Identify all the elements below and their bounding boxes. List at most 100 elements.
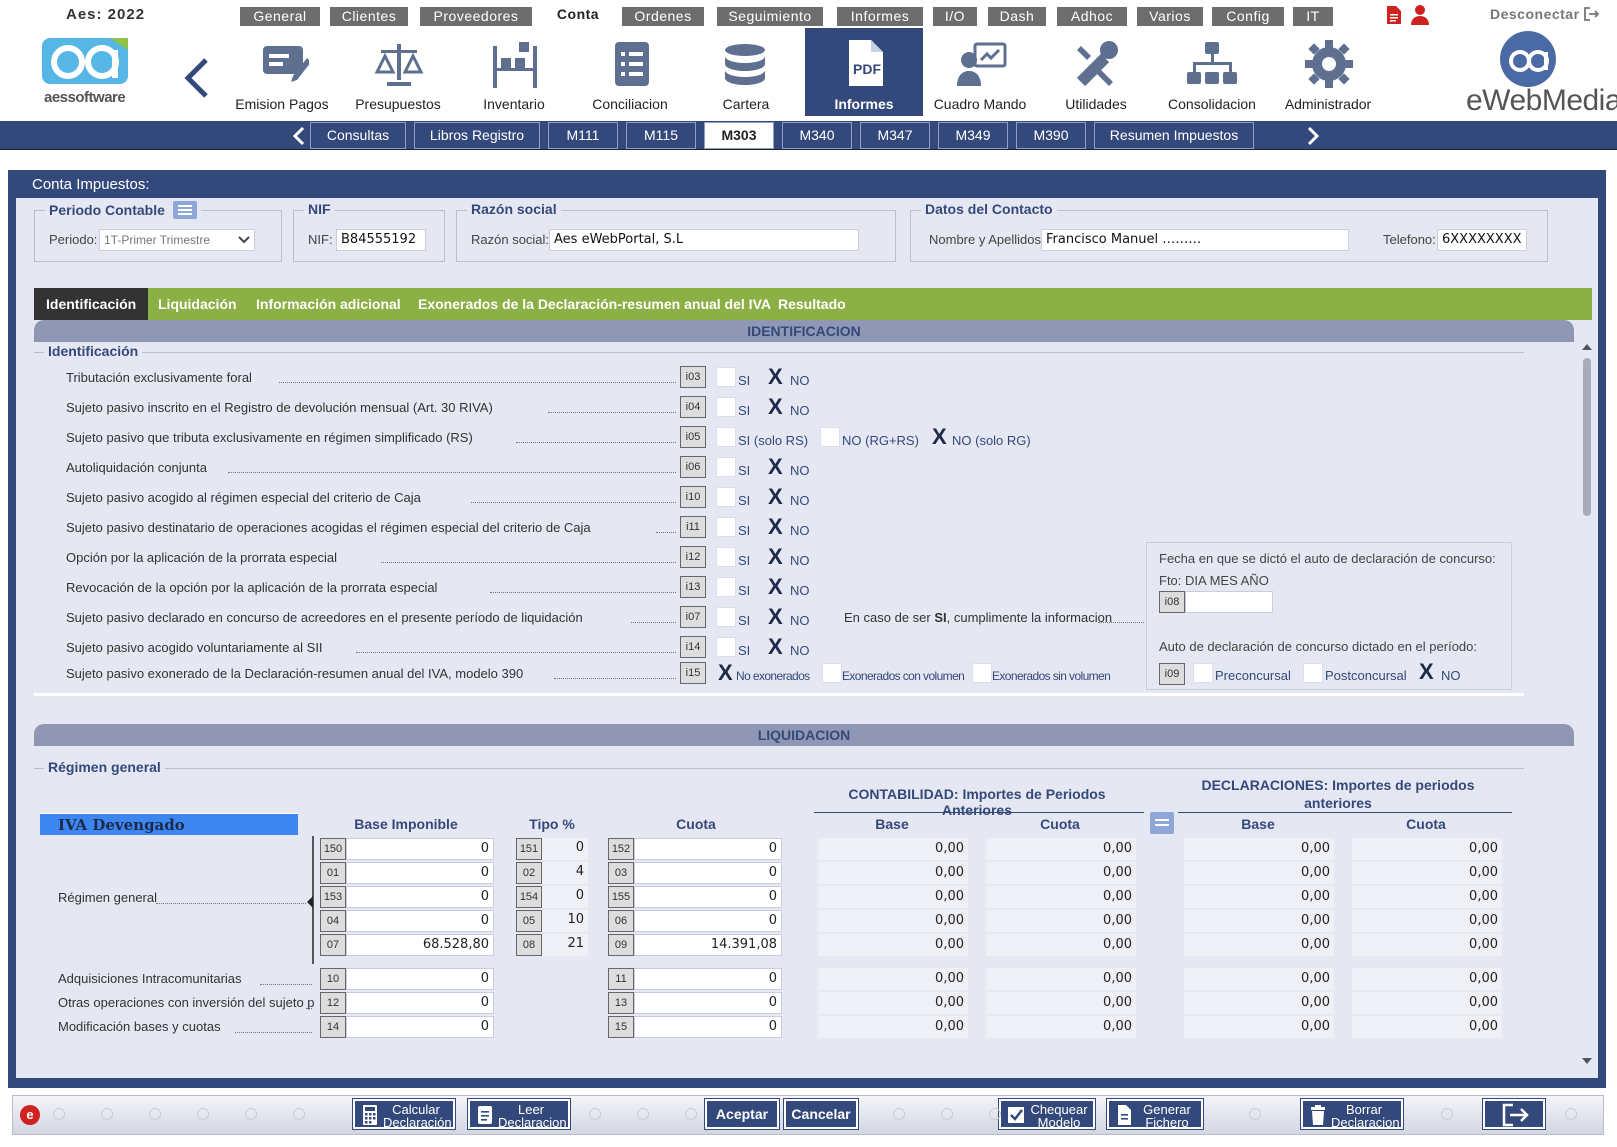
cont-base-10[interactable]: 0,00 [818,968,968,990]
si-checkbox[interactable] [716,517,736,537]
no-check[interactable]: X [768,606,783,628]
decl-cuota-04[interactable]: 0,00 [1352,910,1502,932]
menu-tab-it[interactable]: IT [1293,7,1333,26]
borrar-declaracion-button[interactable]: Borrar Declaracion [1301,1099,1403,1129]
cuota-155[interactable]: 0 [634,886,782,908]
subtab-m340[interactable]: M340 [782,122,852,149]
decl-base-150[interactable]: 0,00 [1184,838,1334,860]
checkbox-exonerados-sin-volumen[interactable] [972,663,992,683]
tipo-02[interactable]: 4 [542,862,588,884]
si-checkbox[interactable] [716,577,736,597]
menu-tab-seguimiento[interactable]: Seguimiento [717,7,823,26]
disconnect-link[interactable]: Desconectar [1490,6,1600,22]
cont-cuota-12[interactable]: 0,00 [986,992,1136,1014]
checkbox-no-rg-rs[interactable] [820,427,840,447]
si-checkbox[interactable] [716,367,736,387]
no-check[interactable]: X [768,366,783,388]
cuota-15[interactable]: 0 [634,1016,782,1038]
subtab-m347[interactable]: M347 [860,122,930,149]
base-imponible-04[interactable]: 0 [346,910,494,932]
decl-base-153[interactable]: 0,00 [1184,886,1334,908]
decl-base-07[interactable]: 0,00 [1184,934,1334,956]
subtab-prev-icon[interactable] [292,126,306,146]
module-utilidades[interactable]: Utilidades [1037,28,1155,116]
menu-tab-adhoc[interactable]: Adhoc [1057,7,1127,26]
menu-tab-config[interactable]: Config [1212,7,1284,26]
cont-base-14[interactable]: 0,00 [818,1016,968,1038]
subtab-next-icon[interactable] [1306,126,1320,146]
module-informes[interactable]: PDF Informes [805,28,923,116]
tipo-08[interactable]: 21 [542,934,588,956]
decl-cuota-10[interactable]: 0,00 [1352,968,1502,990]
base-imponible-153[interactable]: 0 [346,886,494,908]
decl-base-01[interactable]: 0,00 [1184,862,1334,884]
cancelar-button[interactable]: Cancelar [784,1099,858,1129]
cuota-09[interactable]: 14.391,08 [634,934,782,956]
chequear-modelo-button[interactable]: Chequear Modelo [999,1099,1095,1129]
tab-liquidacion[interactable]: Liquidación [146,288,249,320]
cont-cuota-153[interactable]: 0,00 [986,886,1136,908]
base-imponible-10[interactable]: 0 [346,968,494,990]
menu-tab-informes[interactable]: Informes [837,7,923,26]
subtab-m303[interactable]: M303 [704,122,774,149]
check-no-solo-rg[interactable]: X [932,426,947,448]
subtab-libros-registro[interactable]: Libros Registro [414,122,540,149]
telefono-field[interactable]: 6XXXXXXXX [1437,229,1527,251]
decl-base-12[interactable]: 0,00 [1184,992,1334,1014]
checkbox-si-solo-rs[interactable] [716,427,736,447]
no-check[interactable]: X [768,396,783,418]
preconcursal-checkbox[interactable] [1193,663,1213,683]
cont-cuota-07[interactable]: 0,00 [986,934,1136,956]
leer-declaracion-button[interactable]: Leer Declaracion [468,1099,570,1129]
cont-base-01[interactable]: 0,00 [818,862,968,884]
cont-base-153[interactable]: 0,00 [818,886,968,908]
no-check[interactable]: X [768,546,783,568]
menu-tab-dash[interactable]: Dash [988,7,1046,26]
si-checkbox[interactable] [716,487,736,507]
decl-cuota-14[interactable]: 0,00 [1352,1016,1502,1038]
cuota-06[interactable]: 0 [634,910,782,932]
calcular-declaracion-button[interactable]: Calcular Declaración [353,1099,455,1129]
vertical-scrollbar[interactable] [1580,342,1594,1074]
postconcursal-checkbox[interactable] [1303,663,1323,683]
si-checkbox[interactable] [716,547,736,567]
back-arrow-icon[interactable] [184,58,210,98]
base-imponible-12[interactable]: 0 [346,992,494,1014]
user-icon[interactable] [1410,4,1430,25]
no-check[interactable]: X [768,516,783,538]
cont-base-150[interactable]: 0,00 [818,838,968,860]
module-presupuestos[interactable]: Presupuestos [339,28,457,116]
cont-base-12[interactable]: 0,00 [818,992,968,1014]
menu-toggle-icon[interactable] [1150,812,1174,834]
no-check[interactable]: X [768,576,783,598]
base-imponible-07[interactable]: 68.528,80 [346,934,494,956]
pdf-doc-icon[interactable] [1386,5,1402,25]
exit-button[interactable] [1483,1099,1545,1129]
tipo-151[interactable]: 0 [542,838,588,860]
checkbox-exonerados-con-volumen[interactable] [822,663,842,683]
auto-no-check[interactable]: X [1419,661,1434,683]
subtab-resumen-impuestos[interactable]: Resumen Impuestos [1094,122,1254,149]
cont-base-07[interactable]: 0,00 [818,934,968,956]
si-checkbox[interactable] [716,457,736,477]
tab-identificacion[interactable]: Identificación [34,288,149,320]
base-imponible-01[interactable]: 0 [346,862,494,884]
decl-cuota-12[interactable]: 0,00 [1352,992,1502,1014]
scroll-thumb[interactable] [1583,358,1591,516]
module-conciliacion[interactable]: Conciliacion [571,28,689,116]
tab-resultado[interactable]: Resultado [766,288,858,320]
si-checkbox[interactable] [716,397,736,417]
nombre-field[interactable]: Francisco Manuel ……… [1041,229,1349,251]
base-imponible-150[interactable]: 0 [346,838,494,860]
decl-base-14[interactable]: 0,00 [1184,1016,1334,1038]
list-icon[interactable] [172,201,197,219]
si-checkbox[interactable] [716,637,736,657]
periodo-select[interactable]: 1T-Primer Trimestre [99,229,255,251]
menu-tab-varios[interactable]: Varios [1137,7,1203,26]
razon-social-field[interactable]: Aes eWebPortal, S.L [549,229,859,251]
si-checkbox[interactable] [716,607,736,627]
menu-tab-conta[interactable]: Conta [543,5,613,27]
menu-tab-proveedores[interactable]: Proveedores [420,7,532,26]
decl-base-10[interactable]: 0,00 [1184,968,1334,990]
generar-fichero-button[interactable]: Generar Fichero [1107,1099,1203,1129]
